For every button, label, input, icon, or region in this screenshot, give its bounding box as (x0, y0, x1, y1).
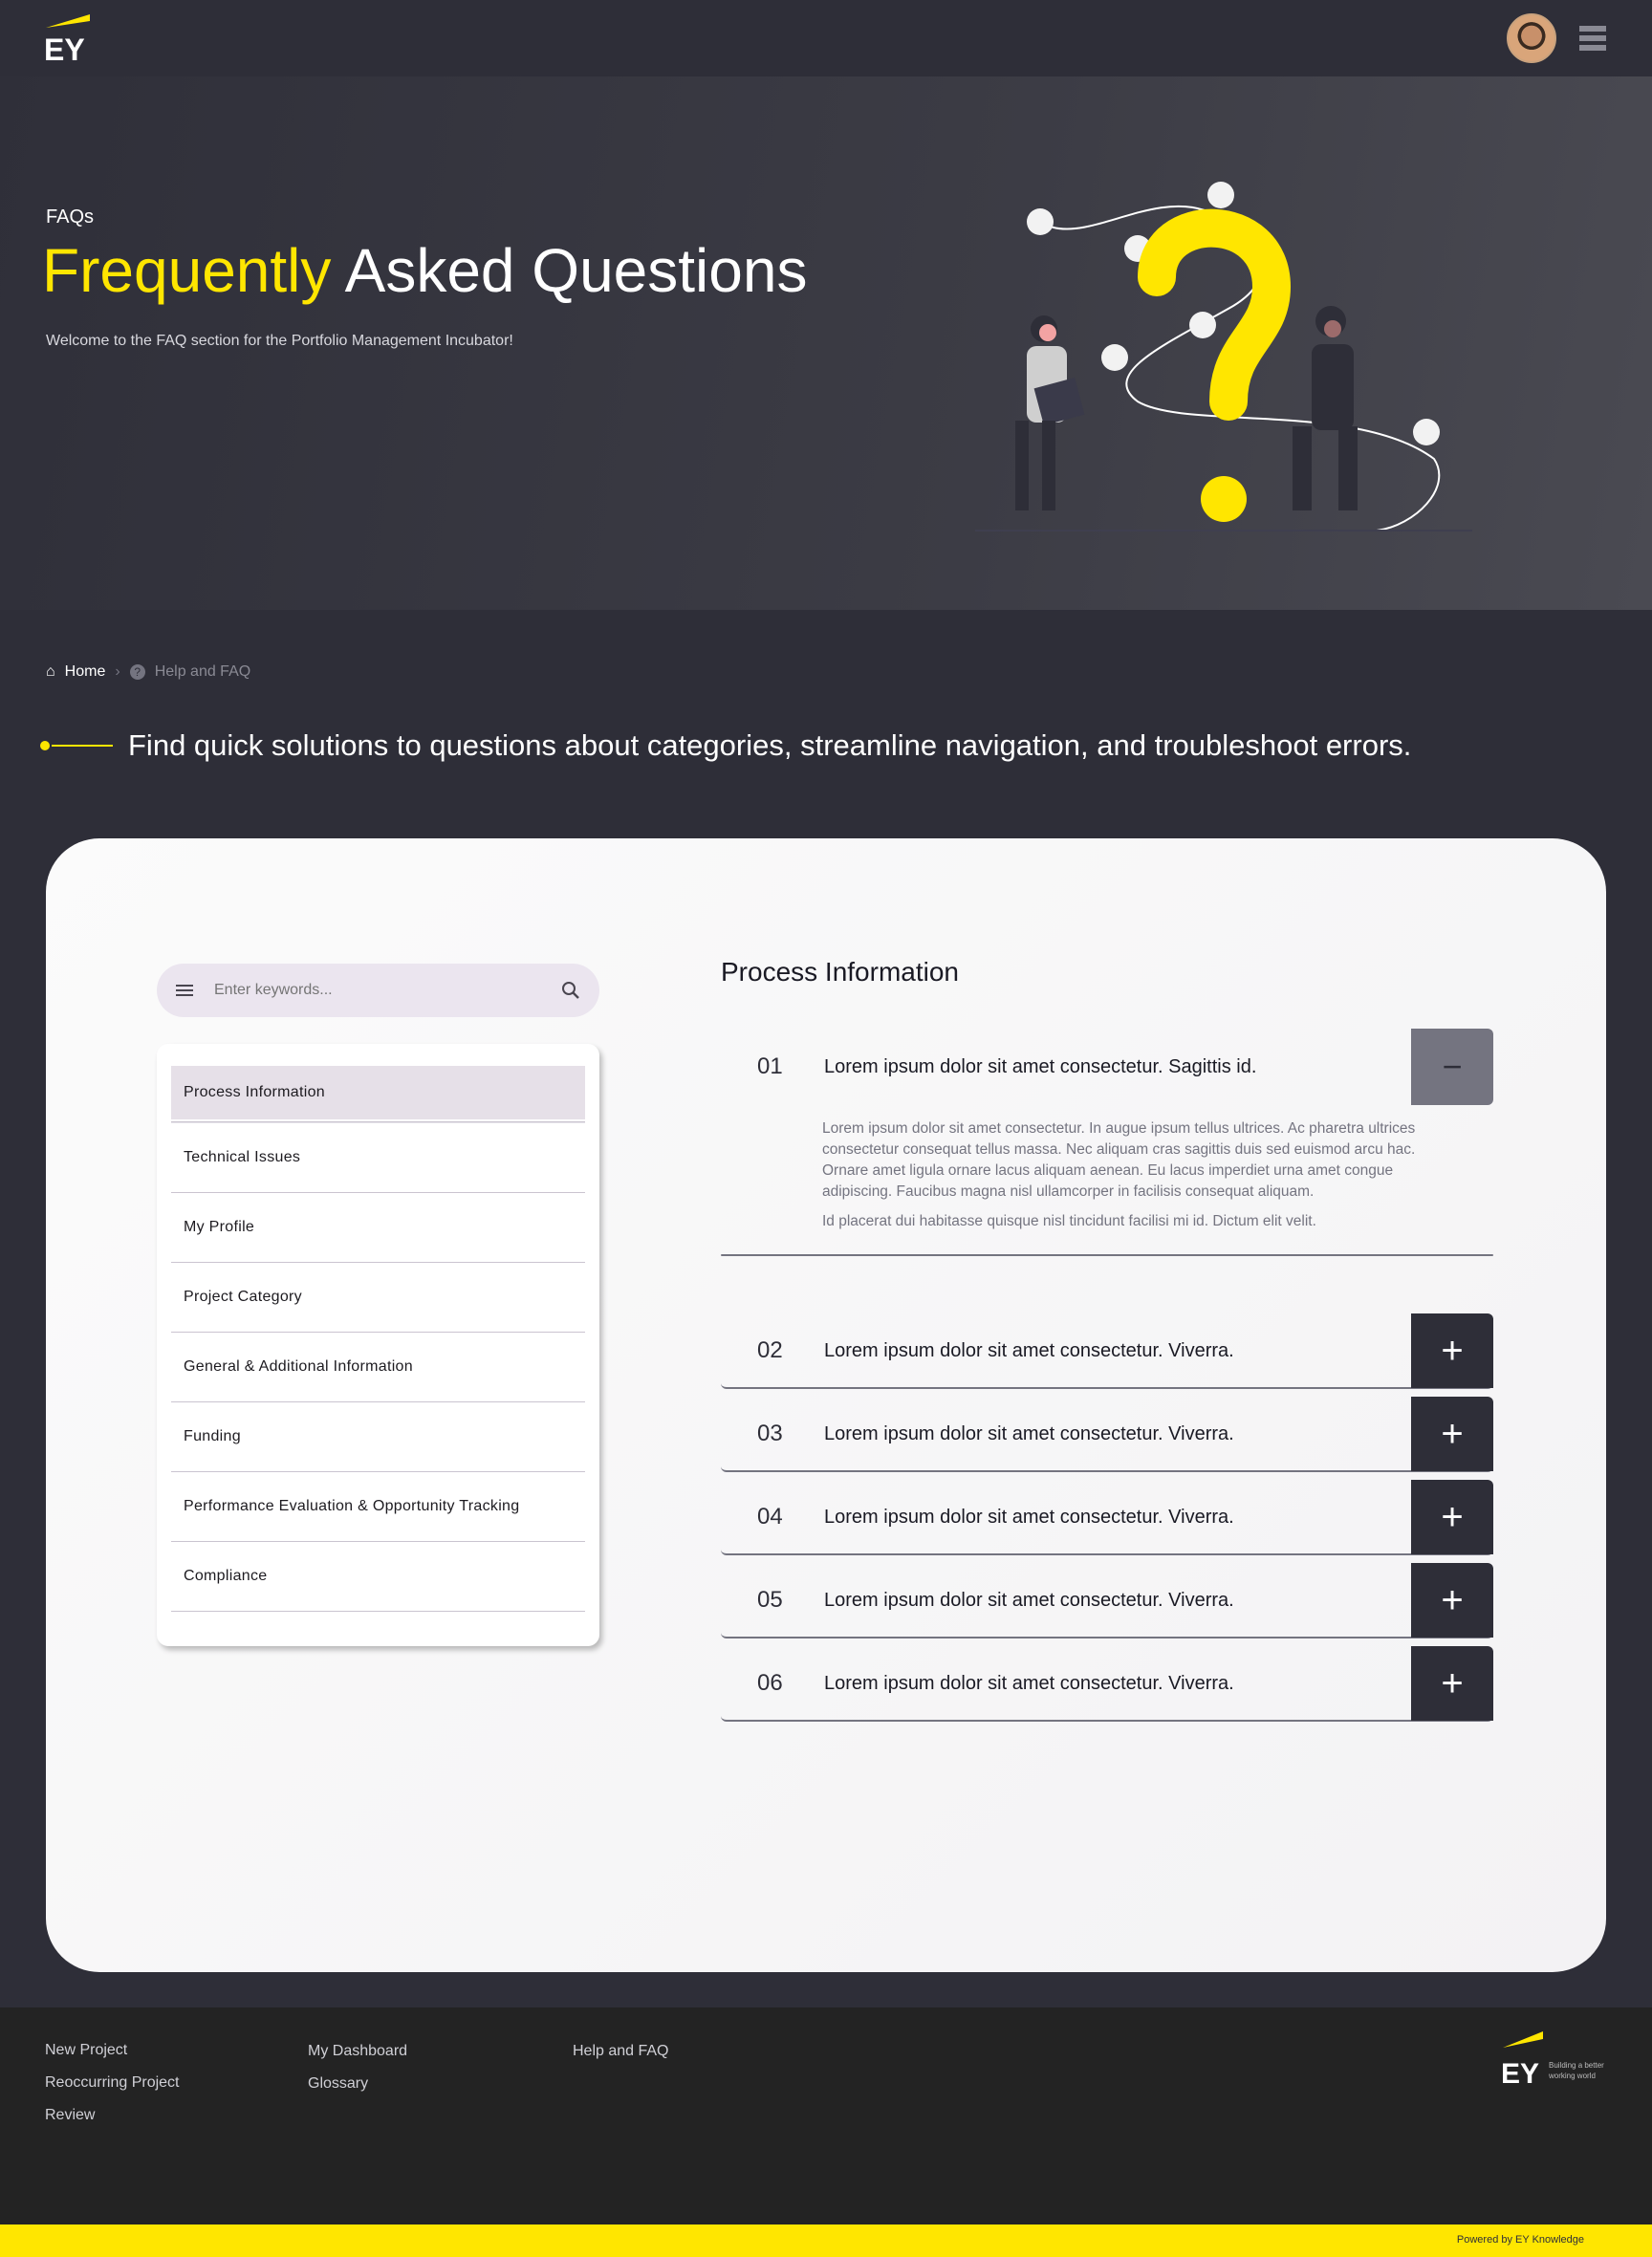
footer-link-new-project[interactable]: New Project (45, 2042, 127, 2059)
top-header: EY (0, 0, 1652, 76)
tagline: Find quick solutions to questions about … (40, 728, 1411, 763)
faq-question: Lorem ipsum dolor sit amet consectetur. … (824, 1055, 1257, 1077)
faq-number: 02 (757, 1337, 783, 1363)
category-item[interactable]: My Profile (171, 1193, 585, 1263)
powered-by-text: Powered by EY Knowledge (1456, 2234, 1584, 2246)
page-title: Frequently Asked Questions (42, 235, 807, 306)
category-list: Process Information Technical Issues My … (157, 1044, 599, 1646)
footer-link-glossary[interactable]: Glossary (308, 2075, 368, 2093)
breadcrumb-home[interactable]: Home (65, 663, 106, 681)
title-rest: Asked Questions (344, 236, 808, 305)
footer: New Project Reoccurring Project Review M… (0, 2007, 1652, 2224)
logo-tagline: Building a better (1549, 2061, 1604, 2070)
search-icon[interactable] (561, 981, 580, 1000)
faq-number: 06 (757, 1670, 783, 1696)
search-input[interactable] (214, 982, 540, 999)
faq-question: Lorem ipsum dolor sit amet consectetur. … (824, 1506, 1234, 1528)
expand-button[interactable]: + (1411, 1563, 1493, 1638)
expand-button[interactable]: + (1411, 1646, 1493, 1721)
expand-button[interactable]: + (1411, 1480, 1493, 1554)
footer-link-help[interactable]: Help and FAQ (573, 2043, 669, 2060)
faq-answer-paragraph: Id placerat dui habitasse quisque nisl t… (822, 1213, 1316, 1229)
expand-button[interactable]: + (1411, 1397, 1493, 1471)
avatar[interactable] (1507, 13, 1556, 63)
faq-item[interactable]: 04 Lorem ipsum dolor sit amet consectetur… (721, 1480, 1493, 1555)
category-item[interactable]: Funding (171, 1402, 585, 1472)
search-bar[interactable] (157, 964, 599, 1017)
collapse-button[interactable]: − (1411, 1029, 1493, 1105)
faq-question: Lorem ipsum dolor sit amet consectetur. … (824, 1339, 1234, 1361)
divider (721, 1254, 1493, 1256)
faq-number: 03 (757, 1421, 783, 1446)
category-item[interactable]: Technical Issues (171, 1123, 585, 1193)
faq-number: 04 (757, 1504, 783, 1530)
footer-link-reoccurring-project[interactable]: Reoccurring Project (45, 2074, 180, 2092)
section-title: Process Information (721, 957, 959, 987)
tagline-dot (40, 741, 50, 750)
breadcrumb: ⌂ Home › ? Help and FAQ (46, 663, 250, 681)
svg-text:EY: EY (1501, 2058, 1539, 2085)
faq-number: 05 (757, 1587, 783, 1613)
hero-eyebrow: FAQs (46, 206, 95, 228)
category-item[interactable]: Compliance (171, 1542, 585, 1612)
expand-button[interactable]: + (1411, 1313, 1493, 1388)
faq-answer-paragraph: Lorem ipsum dolor sit amet consectetur. … (822, 1120, 1416, 1200)
faq-item[interactable]: 03 Lorem ipsum dolor sit amet consectetur… (721, 1397, 1493, 1472)
hero-subtitle: Welcome to the FAQ section for the Portf… (46, 333, 513, 349)
home-icon: ⌂ (46, 663, 55, 680)
faq-answer: Lorem ipsum dolor sit amet consectetur. … (721, 1105, 1493, 1232)
chevron-right-icon: › (115, 663, 120, 680)
menu-icon[interactable] (176, 982, 193, 999)
logo-tagline: working world (1549, 2072, 1596, 2080)
faq-item-expanded: 01 Lorem ipsum dolor sit amet consectetu… (721, 1029, 1493, 1256)
ey-logo[interactable]: EY (44, 14, 92, 67)
faq-illustration (975, 182, 1472, 532)
category-item[interactable]: General & Additional Information (171, 1333, 585, 1402)
faq-number: 01 (757, 1053, 783, 1079)
faq-question-row[interactable]: 01 Lorem ipsum dolor sit amet consectetu… (721, 1029, 1493, 1105)
tagline-line (52, 745, 113, 747)
title-highlight: Frequently (42, 236, 332, 305)
breadcrumb-current: Help and FAQ (154, 663, 251, 680)
faq-item[interactable]: 05 Lorem ipsum dolor sit amet consectetur… (721, 1563, 1493, 1638)
footer-link-review[interactable]: Review (45, 2107, 95, 2124)
faq-question: Lorem ipsum dolor sit amet consectetur. … (824, 1422, 1234, 1444)
category-item[interactable]: Process Information (171, 1066, 585, 1119)
svg-text:EY: EY (44, 33, 85, 62)
footer-link-dashboard[interactable]: My Dashboard (308, 2043, 407, 2060)
category-item[interactable]: Project Category (171, 1263, 585, 1333)
faq-item[interactable]: 02 Lorem ipsum dolor sit amet consectetur… (721, 1313, 1493, 1389)
faq-question: Lorem ipsum dolor sit amet consectetur. … (824, 1672, 1234, 1694)
tagline-text: Find quick solutions to questions about … (128, 728, 1412, 762)
category-item[interactable]: Performance Evaluation & Opportunity Tra… (171, 1472, 585, 1542)
help-icon: ? (129, 664, 145, 680)
footer-ey-logo: EY Building a better working world (1501, 2031, 1606, 2089)
hamburger-icon[interactable] (1579, 26, 1606, 51)
faq-item[interactable]: 06 Lorem ipsum dolor sit amet consectetur… (721, 1646, 1493, 1722)
powered-by-bar: Powered by EY Knowledge (0, 2224, 1652, 2257)
faq-question: Lorem ipsum dolor sit amet consectetur. … (824, 1589, 1234, 1611)
